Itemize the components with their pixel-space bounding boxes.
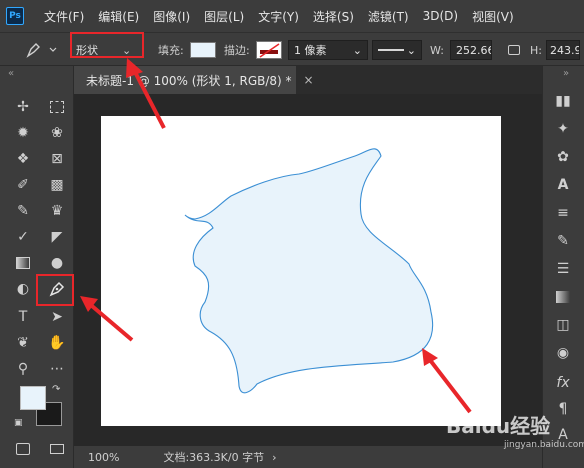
pen-preset-picker[interactable] bbox=[24, 40, 58, 60]
annotation-highlight-mode bbox=[70, 32, 144, 58]
menu-type[interactable]: 文字(Y) bbox=[258, 8, 299, 25]
quick-mask-icon[interactable] bbox=[12, 438, 34, 460]
document-tab-strip: 未标题-1 @ 100% (形状 1, RGB/8) * × bbox=[74, 66, 542, 94]
eraser-icon[interactable]: ◤ bbox=[46, 226, 68, 248]
zoom-level[interactable]: 100% bbox=[88, 451, 119, 464]
swap-colors-icon[interactable]: ↷ bbox=[52, 384, 60, 395]
shape-icon[interactable]: ❦ bbox=[12, 332, 34, 354]
pen-tool-icon bbox=[26, 43, 57, 58]
hand-icon[interactable]: ✋ bbox=[46, 332, 68, 354]
paragraph-panel-icon[interactable]: ¶ bbox=[551, 398, 575, 420]
freeform-shape[interactable] bbox=[184, 148, 434, 394]
menu-view[interactable]: 视图(V) bbox=[472, 8, 514, 25]
history-panel-icon[interactable]: ▮▮ bbox=[551, 90, 575, 112]
collapse-icon[interactable]: » bbox=[563, 68, 569, 79]
screen-mode-icon[interactable] bbox=[46, 438, 68, 460]
fill-control: 填充: bbox=[158, 40, 216, 60]
gradient-icon[interactable] bbox=[12, 252, 34, 274]
shape-layer bbox=[184, 148, 434, 394]
move-icon[interactable]: ✢ bbox=[12, 96, 34, 118]
gradients-panel-icon[interactable] bbox=[551, 286, 575, 308]
height-value: 243.9 bbox=[549, 43, 580, 57]
fill-color-swatch[interactable] bbox=[189, 42, 216, 58]
foreground-color-front[interactable] bbox=[20, 386, 46, 410]
height-field: H: 243.9 bbox=[530, 40, 580, 60]
layers-panel-icon[interactable]: ◫ bbox=[551, 314, 575, 336]
stamp-icon[interactable]: ♛ bbox=[46, 200, 68, 222]
properties-panel-icon[interactable]: ☰ bbox=[551, 258, 575, 280]
blur-icon[interactable]: ● bbox=[46, 252, 68, 274]
menu-layer[interactable]: 图层(L) bbox=[204, 8, 244, 25]
stroke-color-swatch[interactable] bbox=[255, 41, 282, 59]
menu-filter[interactable]: 滤镜(T) bbox=[368, 8, 409, 25]
chevron-right-icon[interactable]: › bbox=[272, 451, 276, 464]
height-input[interactable]: 243.9 bbox=[545, 40, 580, 60]
default-colors-icon[interactable]: ▣ bbox=[14, 418, 23, 428]
history-brush-icon[interactable]: ✓ bbox=[12, 226, 34, 248]
paths-panel-icon[interactable]: ✦ bbox=[551, 118, 575, 140]
height-label: H: bbox=[530, 43, 542, 57]
eyedropper-icon[interactable]: ✐ bbox=[12, 174, 34, 196]
path-select-icon[interactable]: ➤ bbox=[46, 306, 68, 328]
menu-edit[interactable]: 编辑(E) bbox=[98, 8, 139, 25]
menu-3d[interactable]: 3D(D) bbox=[423, 9, 458, 23]
panel-dock: » ▮▮ ✦ ✿ A ≡ ✎ ☰ ◫ ◉ fx ¶ A bbox=[542, 66, 584, 468]
stroke-control: 描边: bbox=[224, 40, 282, 60]
photoshop-logo: Ps bbox=[6, 7, 24, 25]
baidu-watermark: Baidu经验 bbox=[446, 414, 551, 438]
frame-icon[interactable]: ⊠ bbox=[46, 148, 68, 170]
channels-panel-icon[interactable]: ◉ bbox=[551, 342, 575, 364]
document-info[interactable]: 文档:363.3K/0 字节 bbox=[163, 449, 264, 465]
stroke-width-field[interactable]: 1 像素 ⌄ bbox=[288, 40, 368, 60]
width-value: 252.66 bbox=[455, 43, 492, 57]
chevron-down-icon: ⌄ bbox=[352, 43, 362, 57]
type-icon[interactable]: T bbox=[12, 306, 34, 328]
toolbox: « ✢ ✹ ❀ ❖ ⊠ ✐ ▩ ✎ ♛ ✓ ◤ ● ◐ T ➤ ❦ ✋ ⚲ ⋯ … bbox=[0, 66, 74, 468]
stroke-width-value: 1 像素 bbox=[294, 44, 327, 57]
quick-select-icon[interactable]: ❀ bbox=[46, 122, 68, 144]
stroke-line-icon bbox=[378, 49, 404, 51]
dodge-icon[interactable]: ◐ bbox=[12, 278, 34, 300]
annotation-highlight-pen bbox=[36, 274, 74, 306]
canvas[interactable] bbox=[101, 116, 501, 426]
status-bar: 100% 文档:363.3K/0 字节 › bbox=[74, 446, 542, 468]
menu-image[interactable]: 图像(I) bbox=[153, 8, 190, 25]
brush-icon[interactable]: ✎ bbox=[12, 200, 34, 222]
width-field: W: 252.66 bbox=[430, 40, 492, 60]
character-panel-icon[interactable]: A bbox=[551, 174, 575, 196]
stroke-type-select[interactable]: ⌄ bbox=[372, 40, 422, 60]
menu-select[interactable]: 选择(S) bbox=[313, 8, 354, 25]
marquee-icon[interactable] bbox=[46, 96, 68, 118]
width-label: W: bbox=[430, 43, 444, 57]
fill-label: 填充: bbox=[158, 44, 184, 57]
swatches-panel-icon[interactable]: ✿ bbox=[551, 146, 575, 168]
brushes-panel-icon[interactable]: ✎ bbox=[551, 230, 575, 252]
menu-bar: Ps 文件(F) 编辑(E) 图像(I) 图层(L) 文字(Y) 选择(S) 滤… bbox=[0, 0, 584, 32]
patch-icon[interactable]: ▩ bbox=[46, 174, 68, 196]
zoom-icon[interactable]: ⚲ bbox=[12, 358, 34, 380]
menu-file[interactable]: 文件(F) bbox=[44, 8, 84, 25]
styles-panel-icon[interactable]: fx bbox=[551, 372, 575, 394]
lasso-icon[interactable]: ✹ bbox=[12, 122, 34, 144]
width-input[interactable]: 252.66 bbox=[449, 40, 492, 60]
crop-icon[interactable]: ❖ bbox=[12, 148, 34, 170]
stroke-label: 描边: bbox=[224, 44, 250, 57]
more-tools-icon[interactable]: ⋯ bbox=[46, 358, 68, 380]
document-tab-title: 未标题-1 @ 100% (形状 1, RGB/8) * bbox=[86, 73, 292, 88]
adjustments-panel-icon[interactable]: ≡ bbox=[551, 202, 575, 224]
close-icon[interactable]: × bbox=[304, 73, 314, 87]
link-dimensions-icon[interactable] bbox=[508, 40, 520, 60]
chevron-down-icon: ⌄ bbox=[406, 43, 416, 57]
watermark-url: jingyan.baidu.com bbox=[504, 440, 584, 450]
collapse-icon[interactable]: « bbox=[8, 68, 14, 79]
document-tab[interactable]: 未标题-1 @ 100% (形状 1, RGB/8) * × bbox=[74, 66, 314, 94]
